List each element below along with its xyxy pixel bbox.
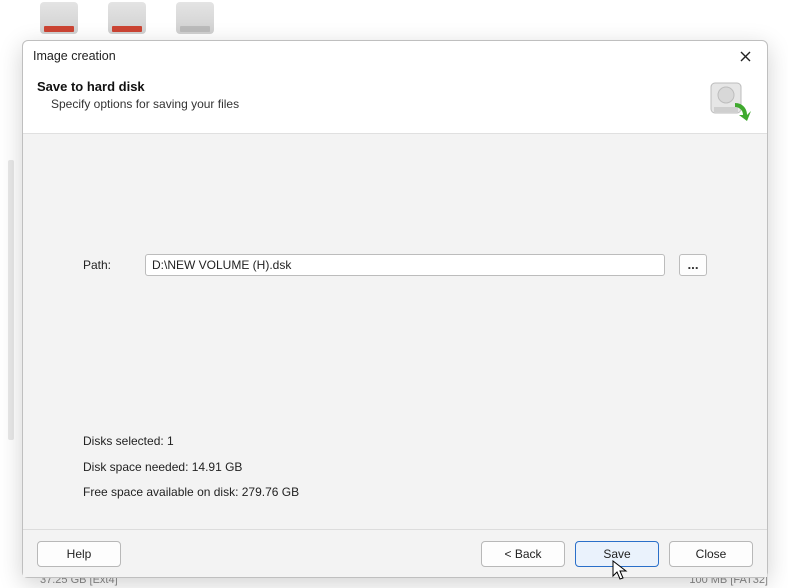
space-needed: Disk space needed: 14.91 GB	[83, 455, 299, 480]
dialog-heading: Save to hard disk	[37, 79, 239, 94]
browse-button[interactable]: ...	[679, 254, 707, 276]
back-button[interactable]: < Back	[481, 541, 565, 567]
path-row: Path: ...	[83, 254, 707, 276]
background-scroll-hint	[8, 160, 14, 440]
disk-thumb-icon	[108, 2, 146, 34]
dialog-footer: Help < Back Save Close	[23, 529, 767, 577]
dialog-header-text: Save to hard disk Specify options for sa…	[37, 79, 239, 111]
dialog-titlebar: Image creation	[23, 41, 767, 71]
path-input[interactable]	[145, 254, 665, 276]
background-disk-icons	[40, 0, 214, 34]
close-button[interactable]	[731, 45, 759, 67]
close-icon	[740, 51, 751, 62]
disk-stats: Disks selected: 1 Disk space needed: 14.…	[83, 429, 299, 505]
dialog-subtext: Specify options for saving your files	[37, 97, 239, 111]
disks-selected: Disks selected: 1	[83, 429, 299, 454]
hard-disk-save-icon	[705, 79, 753, 123]
close-footer-button[interactable]: Close	[669, 541, 753, 567]
disk-thumb-icon	[176, 2, 214, 34]
help-button[interactable]: Help	[37, 541, 121, 567]
save-button[interactable]: Save	[575, 541, 659, 567]
dialog-content: Path: ... Disks selected: 1 Disk space n…	[23, 134, 767, 529]
dialog-title: Image creation	[33, 49, 116, 63]
dialog-header: Save to hard disk Specify options for sa…	[23, 71, 767, 134]
disk-thumb-icon	[40, 2, 78, 34]
free-space: Free space available on disk: 279.76 GB	[83, 480, 299, 505]
image-creation-dialog: Image creation Save to hard disk Specify…	[22, 40, 768, 578]
path-label: Path:	[83, 258, 131, 272]
